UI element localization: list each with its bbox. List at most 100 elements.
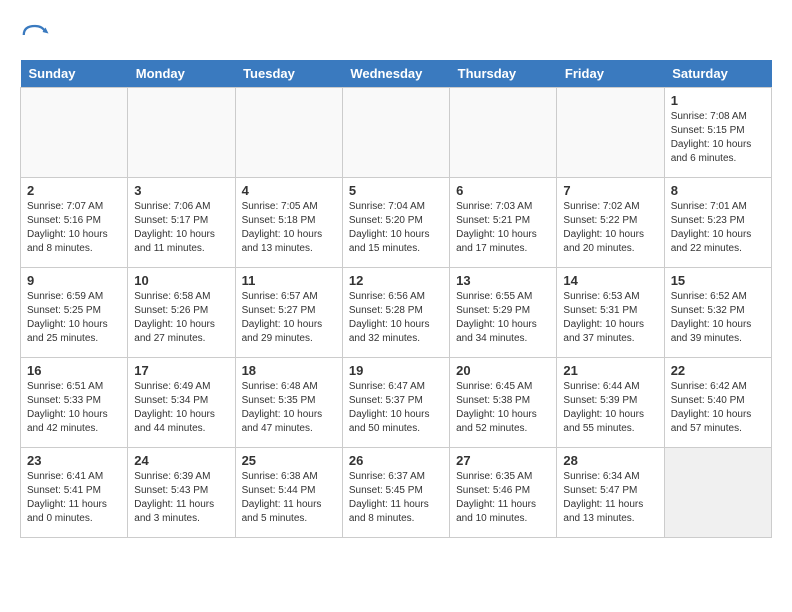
calendar-row: 23 Sunrise: 6:41 AM Sunset: 5:41 PM Dayli…: [21, 448, 772, 538]
day-number: 18: [242, 363, 336, 378]
calendar-cell: 3 Sunrise: 7:06 AM Sunset: 5:17 PM Daylig…: [128, 178, 235, 268]
calendar-cell: 26Sunrise: 6:37 AM Sunset: 5:45 PM Dayli…: [342, 448, 449, 538]
day-number: 10: [134, 273, 228, 288]
calendar-cell: 6 Sunrise: 7:03 AM Sunset: 5:21 PM Daylig…: [450, 178, 557, 268]
day-number: 1: [671, 93, 765, 108]
day-info: Sunrise: 7:05 AM Sunset: 5:18 PM Dayligh…: [242, 200, 336, 256]
day-info: Sunrise: 6:35 AM Sunset: 5:46 PM Dayligh…: [456, 470, 550, 526]
logo-icon: [20, 20, 50, 50]
calendar-cell: [557, 88, 664, 178]
day-number: 3: [134, 183, 228, 198]
calendar-body: 1 Sunrise: 7:08 AM Sunset: 5:15 PM Daylig…: [21, 88, 772, 538]
calendar-cell: 1 Sunrise: 7:08 AM Sunset: 5:15 PM Daylig…: [664, 88, 771, 178]
day-number: 6: [456, 183, 550, 198]
calendar-cell: 5 Sunrise: 7:04 AM Sunset: 5:20 PM Daylig…: [342, 178, 449, 268]
calendar-cell: 13 Sunrise: 6:55 AM Sunset: 5:29 PM Dayli…: [450, 268, 557, 358]
calendar-cell: 22 Sunrise: 6:42 AM Sunset: 5:40 PM Dayli…: [664, 358, 771, 448]
calendar-cell: 21 Sunrise: 6:44 AM Sunset: 5:39 PM Dayli…: [557, 358, 664, 448]
day-info: Sunrise: 6:53 AM Sunset: 5:31 PM Dayligh…: [563, 290, 657, 346]
calendar-cell: 19 Sunrise: 6:47 AM Sunset: 5:37 PM Dayli…: [342, 358, 449, 448]
calendar-cell: 9Sunrise: 6:59 AM Sunset: 5:25 PM Daylig…: [21, 268, 128, 358]
day-number: 13: [456, 273, 550, 288]
day-info: Sunrise: 6:57 AM Sunset: 5:27 PM Dayligh…: [242, 290, 336, 346]
calendar-cell: 23 Sunrise: 6:41 AM Sunset: 5:41 PM Dayli…: [21, 448, 128, 538]
calendar-cell: [235, 88, 342, 178]
day-number: 17: [134, 363, 228, 378]
calendar-cell: 10 Sunrise: 6:58 AM Sunset: 5:26 PM Dayli…: [128, 268, 235, 358]
calendar-cell: 2 Sunrise: 7:07 AM Sunset: 5:16 PM Daylig…: [21, 178, 128, 268]
calendar-cell: 17Sunrise: 6:49 AM Sunset: 5:34 PM Dayli…: [128, 358, 235, 448]
weekday-header: Friday: [557, 60, 664, 88]
calendar-row: 2 Sunrise: 7:07 AM Sunset: 5:16 PM Daylig…: [21, 178, 772, 268]
calendar-cell: 18 Sunrise: 6:48 AM Sunset: 5:35 PM Dayli…: [235, 358, 342, 448]
day-number: 19: [349, 363, 443, 378]
day-info: Sunrise: 6:51 AM Sunset: 5:33 PM Dayligh…: [27, 380, 121, 436]
calendar-cell: [21, 88, 128, 178]
weekday-header: Thursday: [450, 60, 557, 88]
day-number: 5: [349, 183, 443, 198]
day-number: 27: [456, 453, 550, 468]
day-number: 2: [27, 183, 121, 198]
calendar-cell: [664, 448, 771, 538]
day-number: 16: [27, 363, 121, 378]
calendar-cell: 12Sunrise: 6:56 AM Sunset: 5:28 PM Dayli…: [342, 268, 449, 358]
day-number: 23: [27, 453, 121, 468]
day-info: Sunrise: 6:58 AM Sunset: 5:26 PM Dayligh…: [134, 290, 228, 346]
day-info: Sunrise: 6:44 AM Sunset: 5:39 PM Dayligh…: [563, 380, 657, 436]
day-info: Sunrise: 7:01 AM Sunset: 5:23 PM Dayligh…: [671, 200, 765, 256]
calendar-cell: 24 Sunrise: 6:39 AM Sunset: 5:43 PM Dayli…: [128, 448, 235, 538]
day-info: Sunrise: 7:07 AM Sunset: 5:16 PM Dayligh…: [27, 200, 121, 256]
weekday-header: Saturday: [664, 60, 771, 88]
weekday-header: Monday: [128, 60, 235, 88]
day-number: 21: [563, 363, 657, 378]
day-number: 24: [134, 453, 228, 468]
day-info: Sunrise: 6:38 AM Sunset: 5:44 PM Dayligh…: [242, 470, 336, 526]
calendar-cell: [450, 88, 557, 178]
day-number: 28: [563, 453, 657, 468]
calendar-cell: [342, 88, 449, 178]
calendar-cell: 8Sunrise: 7:01 AM Sunset: 5:23 PM Daylig…: [664, 178, 771, 268]
day-number: 11: [242, 273, 336, 288]
calendar-row: 9Sunrise: 6:59 AM Sunset: 5:25 PM Daylig…: [21, 268, 772, 358]
calendar-cell: 27 Sunrise: 6:35 AM Sunset: 5:46 PM Dayli…: [450, 448, 557, 538]
day-info: Sunrise: 6:41 AM Sunset: 5:41 PM Dayligh…: [27, 470, 121, 526]
day-number: 25: [242, 453, 336, 468]
calendar-cell: 14Sunrise: 6:53 AM Sunset: 5:31 PM Dayli…: [557, 268, 664, 358]
calendar-cell: 4 Sunrise: 7:05 AM Sunset: 5:18 PM Daylig…: [235, 178, 342, 268]
calendar-row: 16 Sunrise: 6:51 AM Sunset: 5:33 PM Dayli…: [21, 358, 772, 448]
weekday-header: Tuesday: [235, 60, 342, 88]
day-info: Sunrise: 6:59 AM Sunset: 5:25 PM Dayligh…: [27, 290, 121, 346]
day-info: Sunrise: 7:08 AM Sunset: 5:15 PM Dayligh…: [671, 110, 765, 166]
day-info: Sunrise: 6:42 AM Sunset: 5:40 PM Dayligh…: [671, 380, 765, 436]
day-info: Sunrise: 7:06 AM Sunset: 5:17 PM Dayligh…: [134, 200, 228, 256]
day-number: 20: [456, 363, 550, 378]
day-info: Sunrise: 6:39 AM Sunset: 5:43 PM Dayligh…: [134, 470, 228, 526]
day-info: Sunrise: 7:02 AM Sunset: 5:22 PM Dayligh…: [563, 200, 657, 256]
day-info: Sunrise: 6:52 AM Sunset: 5:32 PM Dayligh…: [671, 290, 765, 346]
calendar-cell: [128, 88, 235, 178]
day-number: 26: [349, 453, 443, 468]
calendar-table: SundayMondayTuesdayWednesdayThursdayFrid…: [20, 60, 772, 538]
calendar-cell: 15 Sunrise: 6:52 AM Sunset: 5:32 PM Dayli…: [664, 268, 771, 358]
calendar-cell: 11 Sunrise: 6:57 AM Sunset: 5:27 PM Dayli…: [235, 268, 342, 358]
calendar-cell: 28 Sunrise: 6:34 AM Sunset: 5:47 PM Dayli…: [557, 448, 664, 538]
calendar-cell: 25 Sunrise: 6:38 AM Sunset: 5:44 PM Dayli…: [235, 448, 342, 538]
day-info: Sunrise: 6:34 AM Sunset: 5:47 PM Dayligh…: [563, 470, 657, 526]
calendar-row: 1 Sunrise: 7:08 AM Sunset: 5:15 PM Daylig…: [21, 88, 772, 178]
calendar-cell: 7 Sunrise: 7:02 AM Sunset: 5:22 PM Daylig…: [557, 178, 664, 268]
day-number: 7: [563, 183, 657, 198]
day-number: 4: [242, 183, 336, 198]
day-info: Sunrise: 7:03 AM Sunset: 5:21 PM Dayligh…: [456, 200, 550, 256]
weekday-header: Sunday: [21, 60, 128, 88]
header: [20, 20, 772, 50]
day-number: 22: [671, 363, 765, 378]
weekday-header: Wednesday: [342, 60, 449, 88]
day-info: Sunrise: 6:47 AM Sunset: 5:37 PM Dayligh…: [349, 380, 443, 436]
logo: [20, 20, 54, 50]
day-number: 15: [671, 273, 765, 288]
day-info: Sunrise: 6:48 AM Sunset: 5:35 PM Dayligh…: [242, 380, 336, 436]
calendar-cell: 20Sunrise: 6:45 AM Sunset: 5:38 PM Dayli…: [450, 358, 557, 448]
day-info: Sunrise: 6:56 AM Sunset: 5:28 PM Dayligh…: [349, 290, 443, 346]
day-info: Sunrise: 7:04 AM Sunset: 5:20 PM Dayligh…: [349, 200, 443, 256]
day-info: Sunrise: 6:55 AM Sunset: 5:29 PM Dayligh…: [456, 290, 550, 346]
